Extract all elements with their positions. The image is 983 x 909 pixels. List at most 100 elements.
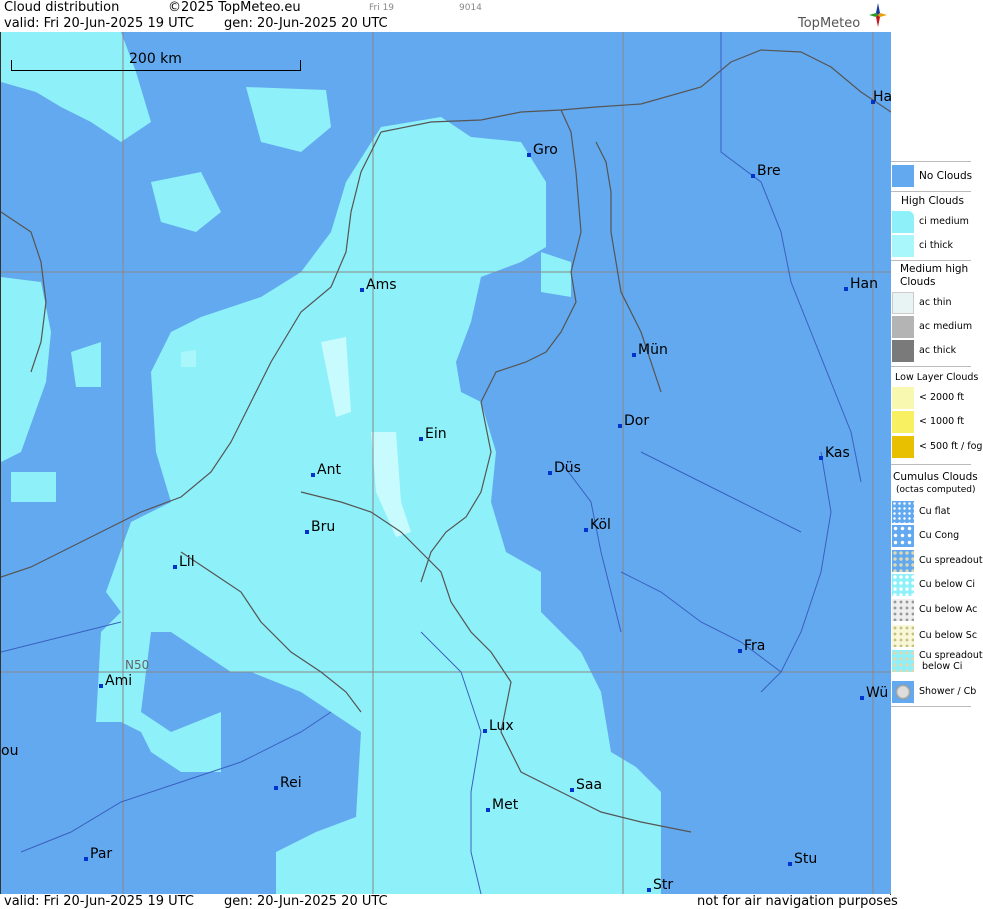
city-marker [173, 565, 177, 569]
legend-ac-thin: ac thin [891, 292, 971, 316]
city-bru[interactable]: Bru [305, 520, 335, 534]
cloud-patch-small-3 [541, 252, 571, 297]
footer-valid-time: valid: Fri 20-Jun-2025 19 UTC [4, 894, 194, 909]
city-marker [632, 353, 636, 357]
legend-low-2000: < 2000 ft [891, 387, 971, 411]
city-marker [570, 788, 574, 792]
cu-flat-swatch [892, 501, 914, 523]
legend-cu-spread-ci: Cu spreadout below Ci [891, 650, 983, 674]
city-han[interactable]: Han [844, 277, 878, 291]
city-lil[interactable]: Lil [173, 555, 195, 569]
cu-below-sc-swatch [892, 625, 914, 647]
ac-thick-swatch [892, 340, 914, 362]
city-marker [618, 424, 622, 428]
low-2000-swatch [892, 387, 914, 409]
city-ein[interactable]: Ein [419, 427, 447, 441]
legend-medium-head-2: Clouds [900, 276, 936, 288]
city-bre[interactable]: Bre [751, 164, 781, 178]
footer-generated-time: gen: 20-Jun-2025 20 UTC [224, 894, 388, 909]
city-kas[interactable]: Kas [819, 446, 850, 460]
no-clouds-swatch [892, 165, 914, 187]
city-dus[interactable]: Düs [548, 461, 581, 475]
city-marker [548, 471, 552, 475]
city-ou[interactable]: ou [1, 744, 18, 758]
legend-medium-head-1: Medium high [900, 263, 969, 275]
legend-low-head: Low Layer Clouds [895, 372, 979, 383]
legend-cu-below-ac: Cu below Ac [891, 599, 977, 623]
legend-cu-spreadout: Cu spreadout [891, 550, 983, 574]
cloud-patch-nw [151, 172, 221, 232]
cloud-patch-west [1, 277, 51, 462]
city-par[interactable]: Par [84, 847, 112, 861]
logo-text: TopMeteo [798, 16, 861, 31]
cloud-patch-north [246, 87, 331, 152]
city-marker [360, 288, 364, 292]
city-str[interactable]: Str [647, 878, 673, 892]
low-500-swatch [892, 436, 914, 458]
city-wu[interactable]: Wü [860, 686, 888, 700]
city-marker [871, 100, 875, 104]
city-stu[interactable]: Stu [788, 852, 817, 866]
ci-medium-swatch [892, 211, 914, 233]
city-marker [819, 456, 823, 460]
city-marker [788, 862, 792, 866]
legend-panel: No Clouds High Clouds ci medium ci thick… [891, 160, 983, 710]
city-marker [647, 888, 651, 892]
cloud-map-canvas [1, 32, 891, 894]
city-marker [584, 528, 588, 532]
city-marker [305, 530, 309, 534]
city-marker [419, 437, 423, 441]
city-kol[interactable]: Köl [584, 518, 611, 532]
latitude-label: N50 [125, 658, 150, 672]
city-fra[interactable]: Fra [738, 639, 765, 653]
legend-ac-thick: ac thick [891, 340, 971, 364]
product-title: Cloud distribution [4, 0, 120, 15]
legend-low-500: < 500 ft / fog [891, 436, 982, 460]
cloud-patch-small-1 [71, 342, 101, 387]
city-marker [738, 649, 742, 653]
cu-below-ac-swatch [892, 599, 914, 621]
frame-label: Fri 19 [369, 3, 395, 13]
topmeteo-logo: TopMeteo [798, 2, 890, 32]
city-rei[interactable]: Rei [274, 776, 302, 790]
legend-high-head: High Clouds [901, 195, 964, 207]
ci-thick-swatch [892, 235, 914, 257]
city-dor[interactable]: Dor [618, 414, 649, 428]
cu-cong-swatch [892, 525, 914, 547]
cloud-area-ci-thick-3 [181, 350, 196, 367]
city-saa[interactable]: Saa [570, 778, 602, 792]
scale-label: 200 km [129, 51, 182, 67]
legend-ci-medium: ci medium [891, 211, 971, 235]
city-marker [844, 287, 848, 291]
low-1000-swatch [892, 411, 914, 433]
city-marker [860, 696, 864, 700]
city-gro[interactable]: Gro [527, 143, 558, 157]
cloud-map[interactable]: 200 km N50 Ha Gro Bre Ams Han Mün Dor Ei… [0, 32, 891, 895]
city-ha[interactable]: Ha [871, 90, 891, 104]
city-marker [486, 808, 490, 812]
compass-star-icon [869, 3, 887, 27]
city-ant[interactable]: Ant [311, 463, 341, 477]
legend-cu-flat: Cu flat [891, 501, 971, 525]
legend-cu-head-1: Cumulus Clouds [893, 471, 978, 483]
ac-medium-swatch [892, 316, 914, 338]
city-marker [274, 786, 278, 790]
cloud-patch-small-2 [11, 472, 56, 502]
legend-no-clouds: No Clouds [891, 165, 972, 189]
city-marker [311, 473, 315, 477]
city-mun[interactable]: Mün [632, 343, 668, 357]
city-ams[interactable]: Ams [360, 278, 397, 292]
cu-below-ci-swatch [892, 574, 914, 596]
legend-cu-below-ci: Cu below Ci [891, 574, 975, 598]
city-marker [99, 684, 103, 688]
cu-spread-ci-swatch [892, 650, 914, 672]
city-ami[interactable]: Ami [99, 674, 132, 688]
copyright: ©2025 TopMeteo.eu [168, 0, 301, 15]
legend-ac-medium: ac medium [891, 316, 972, 340]
city-met[interactable]: Met [486, 798, 518, 812]
generated-time: gen: 20-Jun-2025 20 UTC [224, 16, 388, 31]
valid-time: valid: Fri 20-Jun-2025 19 UTC [4, 16, 194, 31]
cloud-patch-coast [1, 32, 151, 142]
city-lux[interactable]: Lux [483, 719, 514, 733]
legend-cu-below-sc: Cu below Sc [891, 625, 977, 649]
